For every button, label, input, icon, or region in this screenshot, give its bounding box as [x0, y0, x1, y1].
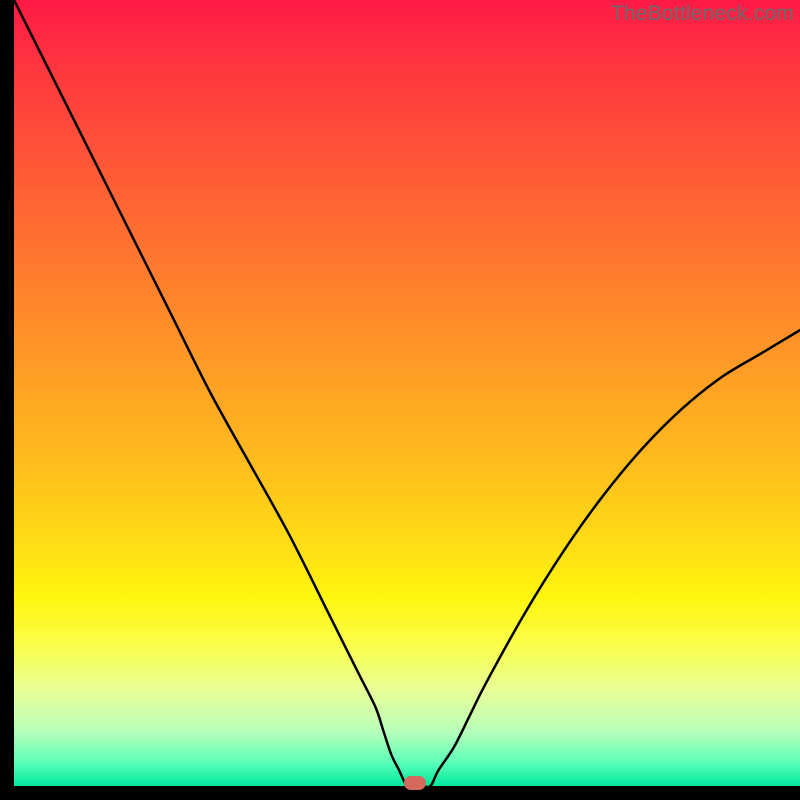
- watermark-text: TheBottleneck.com: [611, 2, 794, 26]
- chart-plot-area: [14, 0, 800, 786]
- bottleneck-curve: [14, 0, 800, 786]
- minimum-marker: [404, 776, 426, 790]
